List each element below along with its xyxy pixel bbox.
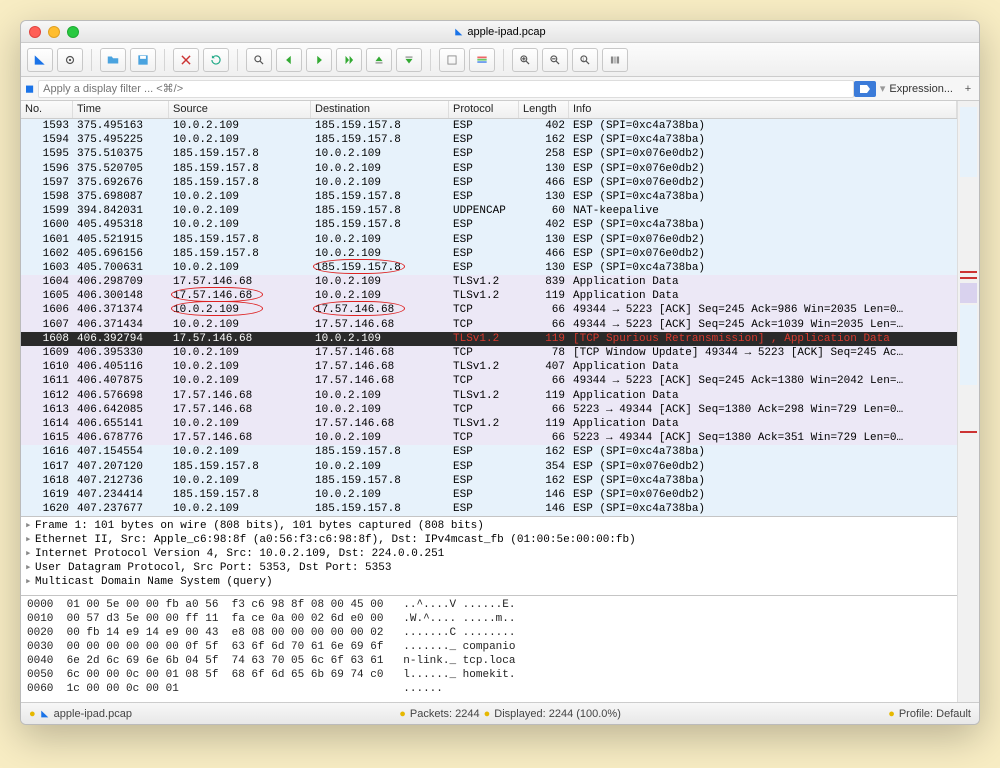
packet-row[interactable]: 1605406.30014817.57.146.6810.0.2.109TLSv… [21, 289, 957, 303]
column-headers[interactable]: No. Time Source Destination Protocol Len… [21, 101, 957, 119]
expression-button[interactable]: Expression... [889, 83, 953, 95]
colorize-button[interactable] [469, 48, 495, 72]
titlebar: apple-ipad.pcap [21, 21, 979, 43]
status-displayed: Displayed: 2244 (100.0%) [494, 708, 621, 720]
zoom-reset-button[interactable]: 1 [572, 48, 598, 72]
toolbar: 1 [21, 43, 979, 77]
status-bar: ● apple-ipad.pcap ● Packets: 2244 ● Disp… [21, 702, 979, 724]
wireshark-fin-icon [454, 27, 464, 37]
auto-scroll-button[interactable] [439, 48, 465, 72]
packet-row[interactable]: 1602405.696156185.159.157.810.0.2.109ESP… [21, 247, 957, 261]
packet-row[interactable]: 1614406.65514110.0.2.10917.57.146.68TLSv… [21, 417, 957, 431]
packet-row[interactable]: 1615406.67877617.57.146.6810.0.2.109TCP6… [21, 431, 957, 445]
minimap[interactable] [957, 101, 979, 702]
jump-to-button[interactable] [336, 48, 362, 72]
packet-row[interactable]: 1609406.39533010.0.2.10917.57.146.68TCP7… [21, 346, 957, 360]
col-protocol[interactable]: Protocol [449, 101, 519, 118]
hex-line[interactable]: 0020 00 fb 14 e9 14 e9 00 43 e8 08 00 00… [27, 626, 951, 640]
packet-row[interactable]: 1612406.57669817.57.146.6810.0.2.109TLSv… [21, 389, 957, 403]
zoom-out-button[interactable] [542, 48, 568, 72]
packet-row[interactable]: 1594375.49522510.0.2.109185.159.157.8ESP… [21, 133, 957, 147]
resize-columns-button[interactable] [602, 48, 628, 72]
find-button[interactable] [246, 48, 272, 72]
detail-line[interactable]: ▸Internet Protocol Version 4, Src: 10.0.… [25, 547, 953, 561]
col-destination[interactable]: Destination [311, 101, 449, 118]
wireshark-logo-button[interactable] [27, 48, 53, 72]
last-packet-button[interactable] [396, 48, 422, 72]
zoom-icon[interactable] [67, 26, 79, 38]
packet-list[interactable]: 1593375.49516310.0.2.109185.159.157.8ESP… [21, 119, 957, 516]
detail-line[interactable]: ▸Ethernet II, Src: Apple_c6:98:8f (a0:56… [25, 533, 953, 547]
hex-line[interactable]: 0050 6c 00 00 0c 00 01 08 5f 68 6f 6d 65… [27, 668, 951, 682]
save-file-button[interactable] [130, 48, 156, 72]
zoom-in-button[interactable] [512, 48, 538, 72]
detail-line[interactable]: ▸User Datagram Protocol, Src Port: 5353,… [25, 561, 953, 575]
packet-bytes[interactable]: 0000 01 00 5e 00 00 fb a0 56 f3 c6 98 8f… [21, 595, 957, 702]
packet-row[interactable]: 1613406.64208517.57.146.6810.0.2.109TCP6… [21, 403, 957, 417]
detail-line[interactable]: ▸Frame 1: 101 bytes on wire (808 bits), … [25, 519, 953, 533]
hex-line[interactable]: 0030 00 00 00 00 00 00 0f 5f 63 6f 6d 70… [27, 640, 951, 654]
packet-row[interactable]: 1598375.69808710.0.2.109185.159.157.8ESP… [21, 190, 957, 204]
wireshark-fin-icon [40, 709, 50, 719]
packet-row[interactable]: 1604406.29870917.57.146.6810.0.2.109TLSv… [21, 275, 957, 289]
go-back-button[interactable] [276, 48, 302, 72]
status-file: apple-ipad.pcap [54, 708, 132, 720]
col-info[interactable]: Info [569, 101, 957, 118]
window-title: apple-ipad.pcap [467, 26, 545, 38]
col-source[interactable]: Source [169, 101, 311, 118]
hex-line[interactable]: 0060 1c 00 00 0c 00 01 ...... [27, 682, 951, 696]
hex-line[interactable]: 0010 00 57 d3 5e 00 00 ff 11 fa ce 0a 00… [27, 612, 951, 626]
packet-row[interactable]: 1610406.40511610.0.2.10917.57.146.68TLSv… [21, 360, 957, 374]
packet-row[interactable]: 1597375.692676185.159.157.810.0.2.109ESP… [21, 176, 957, 190]
svg-text:1: 1 [582, 56, 585, 61]
packet-row[interactable]: 1611406.40787510.0.2.10917.57.146.68TCP6… [21, 374, 957, 388]
display-filter-input[interactable] [38, 80, 854, 98]
reload-button[interactable] [203, 48, 229, 72]
detail-line[interactable]: ▸Multicast Domain Name System (query) [25, 575, 953, 589]
go-forward-button[interactable] [306, 48, 332, 72]
filter-bar: ◼ ▾ Expression... + [21, 77, 979, 101]
app-window: apple-ipad.pcap 1 ◼ ▾ Expression.. [20, 20, 980, 725]
packet-row[interactable]: 1608406.39279417.57.146.6810.0.2.109TLSv… [21, 332, 957, 346]
hex-line[interactable]: 0000 01 00 5e 00 00 fb a0 56 f3 c6 98 8f… [27, 598, 951, 612]
minimize-icon[interactable] [48, 26, 60, 38]
col-length[interactable]: Length [519, 101, 569, 118]
col-no[interactable]: No. [21, 101, 73, 118]
packet-details[interactable]: ▸Frame 1: 101 bytes on wire (808 bits), … [21, 516, 957, 595]
packet-row[interactable]: 1617407.207120185.159.157.810.0.2.109ESP… [21, 460, 957, 474]
col-time[interactable]: Time [73, 101, 169, 118]
status-profile[interactable]: Profile: Default [899, 708, 971, 720]
close-file-button[interactable] [173, 48, 199, 72]
packet-row[interactable]: 1595375.510375185.159.157.810.0.2.109ESP… [21, 147, 957, 161]
bookmark-icon[interactable]: ◼ [25, 82, 34, 95]
open-file-button[interactable] [100, 48, 126, 72]
packet-row[interactable]: 1619407.234414185.159.157.810.0.2.109ESP… [21, 488, 957, 502]
packet-row[interactable]: 1607406.37143410.0.2.10917.57.146.68TCP6… [21, 318, 957, 332]
packet-row[interactable]: 1603405.70063110.0.2.109185.159.157.8ESP… [21, 261, 957, 275]
hex-line[interactable]: 0040 6e 2d 6c 69 6e 6b 04 5f 74 63 70 05… [27, 654, 951, 668]
packet-row[interactable]: 1596375.520705185.159.157.810.0.2.109ESP… [21, 162, 957, 176]
packet-row[interactable]: 1618407.21273610.0.2.109185.159.157.8ESP… [21, 474, 957, 488]
close-icon[interactable] [29, 26, 41, 38]
first-packet-button[interactable] [366, 48, 392, 72]
packet-row[interactable]: 1599394.84203110.0.2.109185.159.157.8UDP… [21, 204, 957, 218]
status-packets: Packets: 2244 [410, 708, 480, 720]
packet-row[interactable]: 1600405.49531810.0.2.109185.159.157.8ESP… [21, 218, 957, 232]
packet-row[interactable]: 1620407.23767710.0.2.109185.159.157.8ESP… [21, 502, 957, 516]
packet-row[interactable]: 1616407.15455410.0.2.109185.159.157.8ESP… [21, 445, 957, 459]
packet-row[interactable]: 1593375.49516310.0.2.109185.159.157.8ESP… [21, 119, 957, 133]
capture-options-button[interactable] [57, 48, 83, 72]
add-filter-button[interactable]: + [961, 83, 975, 95]
packet-row[interactable]: 1606406.37137410.0.2.10917.57.146.68TCP6… [21, 303, 957, 317]
packet-row[interactable]: 1601405.521915185.159.157.810.0.2.109ESP… [21, 233, 957, 247]
apply-filter-button[interactable] [854, 81, 876, 97]
